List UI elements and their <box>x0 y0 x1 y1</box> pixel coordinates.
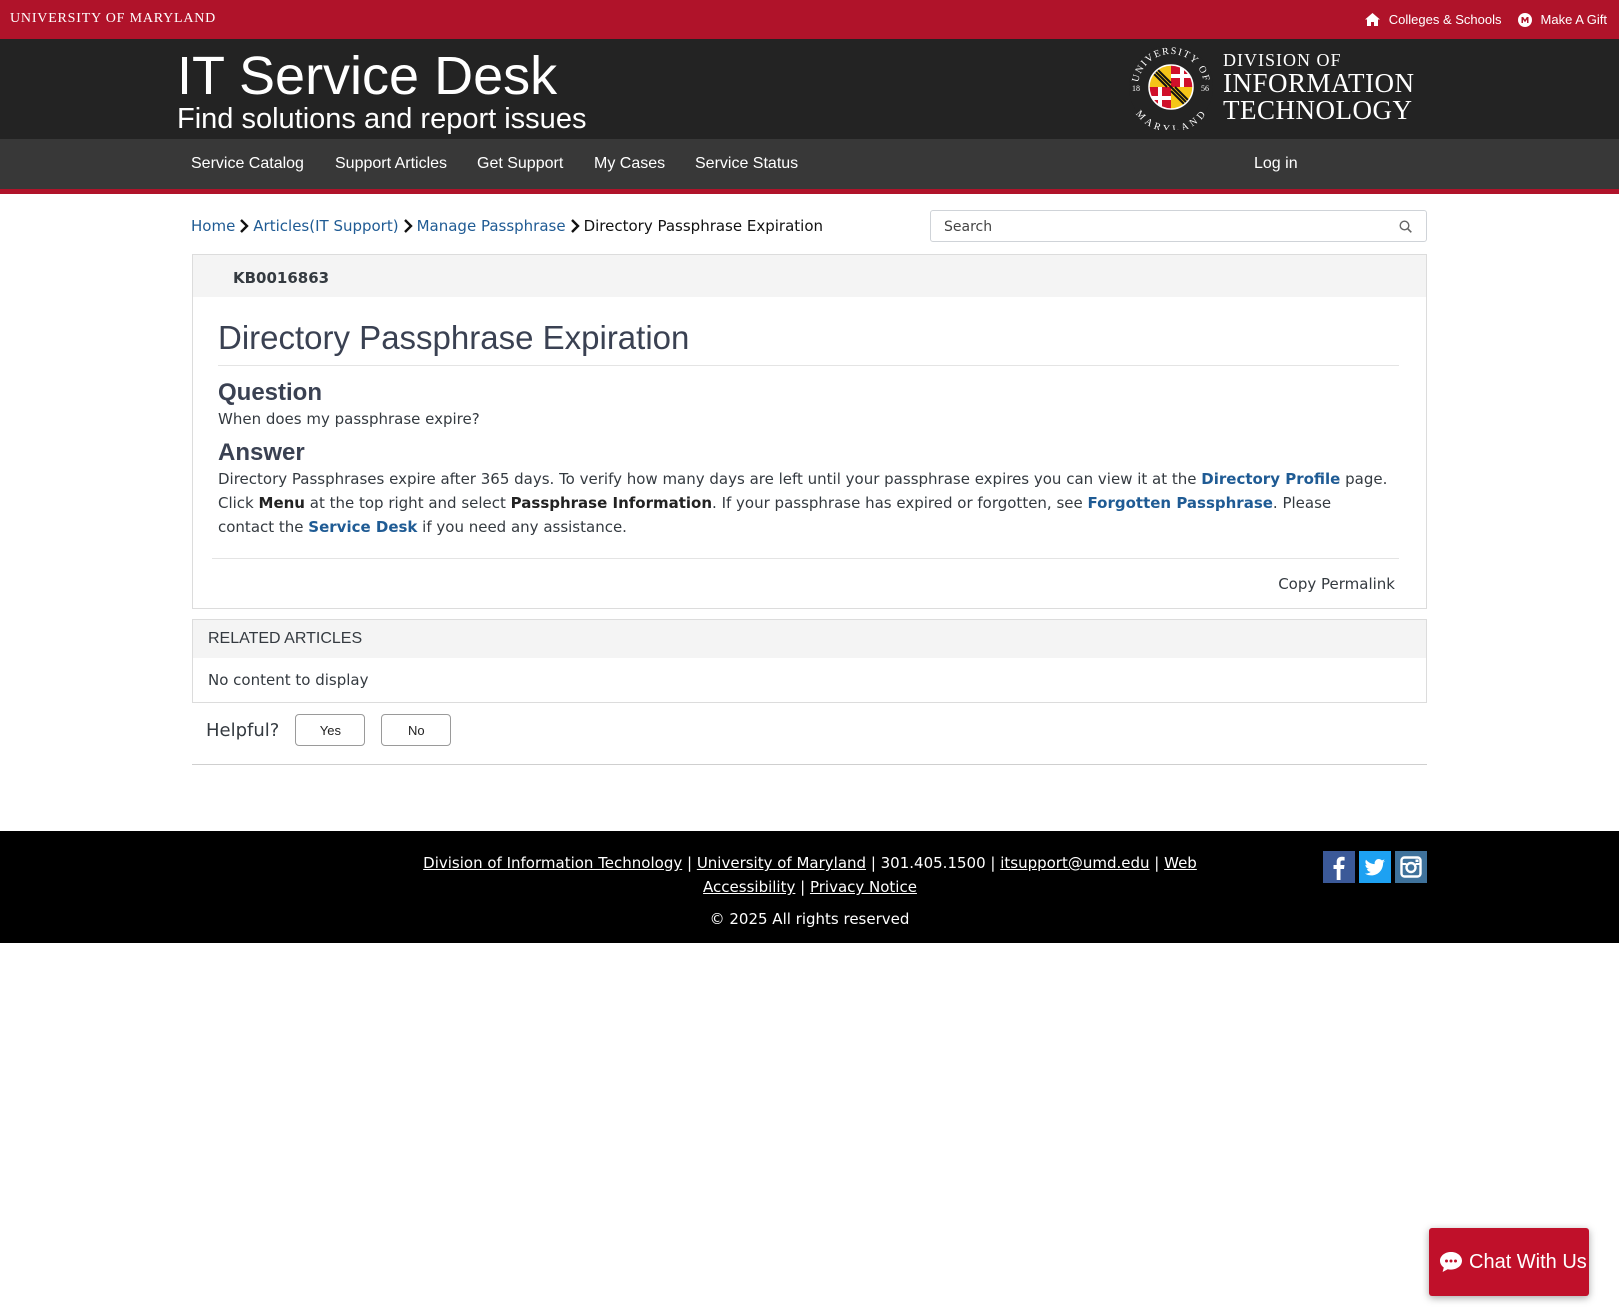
umd-wordmark[interactable]: UNIVERSITY OF MARYLAND <box>10 11 216 27</box>
dit-line3: TECHNOLOGY <box>1223 95 1413 125</box>
answer-heading: Answer <box>218 439 305 466</box>
login-link[interactable]: Log in <box>1254 139 1298 189</box>
svg-text:18: 18 <box>1132 84 1140 93</box>
kb-header <box>193 255 1426 297</box>
make-a-gift-link[interactable]: Make A Gift <box>1517 12 1607 27</box>
copy-permalink-button[interactable]: Copy Permalink <box>1278 575 1395 593</box>
site-subtitle: Find solutions and report issues <box>177 103 587 135</box>
title-divider <box>218 365 1399 366</box>
article-footer-divider <box>212 558 1399 559</box>
search-input[interactable] <box>944 217 1384 237</box>
twitter-icon[interactable] <box>1359 851 1391 883</box>
service-desk-link[interactable]: Service Desk <box>308 518 417 536</box>
chat-label: Chat With Us <box>1469 1250 1587 1273</box>
dit-wordmark[interactable]: DIVISION OF INFORMATION TECHNOLOGY <box>1223 51 1415 124</box>
home-icon <box>1364 13 1380 26</box>
menu-emphasis: Menu <box>258 494 305 512</box>
umd-top-links: Colleges & Schools Make A Gift <box>1349 0 1607 39</box>
footer-privacy-link[interactable]: Privacy Notice <box>810 878 917 896</box>
footer-umd-link[interactable]: University of Maryland <box>697 854 866 872</box>
footer-dit-link[interactable]: Division of Information Technology <box>423 854 682 872</box>
instagram-icon[interactable] <box>1395 851 1427 883</box>
breadcrumb: Home Articles(IT Support) Manage Passphr… <box>191 217 823 235</box>
chevron-right-icon <box>570 219 580 233</box>
related-empty-message: No content to display <box>208 671 369 689</box>
helpful-no-button[interactable]: No <box>381 714 452 746</box>
answer-text: Directory Passphrases expire after 365 d… <box>218 470 1388 536</box>
make-a-gift-label: Make A Gift <box>1540 12 1607 27</box>
main-nav: Service Catalog Support Articles Get Sup… <box>0 139 1619 194</box>
question-heading: Question <box>218 379 323 406</box>
article-panel: KB0016863 Directory Passphrase Expiratio… <box>192 254 1427 609</box>
helpful-divider <box>192 764 1427 765</box>
site-title[interactable]: IT Service Desk <box>177 46 557 106</box>
directory-profile-link[interactable]: Directory Profile <box>1201 470 1340 488</box>
umd-m-icon <box>1517 12 1532 27</box>
umd-seal-logo[interactable]: UNIVERSITY OF MARYLAND 18 56 <box>1128 44 1214 130</box>
dit-line1: DIVISION OF <box>1223 50 1342 70</box>
breadcrumb-home[interactable]: Home <box>191 217 235 235</box>
chat-bubble-icon <box>1440 1252 1462 1272</box>
footer-copyright: © 2025 All rights reserved <box>709 910 910 928</box>
nav-support-articles[interactable]: Support Articles <box>335 139 447 189</box>
footer-email-link[interactable]: itsupport@umd.edu <box>1000 854 1149 872</box>
breadcrumb-articles[interactable]: Articles(IT Support) <box>253 217 398 235</box>
breadcrumb-manage-passphrase[interactable]: Manage Passphrase <box>417 217 566 235</box>
passphrase-info-emphasis: Passphrase Information <box>510 494 713 512</box>
kb-number: KB0016863 <box>233 269 330 287</box>
site-footer: Division of Information Technology | Uni… <box>0 831 1619 943</box>
chevron-right-icon <box>403 219 413 233</box>
related-header <box>193 620 1426 658</box>
facebook-icon[interactable] <box>1323 851 1355 883</box>
helpful-label: Helpful? <box>206 719 280 741</box>
related-articles-panel: RELATED ARTICLES No content to display <box>192 619 1427 703</box>
colleges-schools-link[interactable]: Colleges & Schools <box>1364 12 1502 27</box>
search-icon[interactable] <box>1399 220 1412 233</box>
footer-links: Division of Information Technology | Uni… <box>423 854 1197 896</box>
forgotten-passphrase-link[interactable]: Forgotten Passphrase <box>1088 494 1273 512</box>
social-links <box>1323 851 1431 883</box>
nav-service-status[interactable]: Service Status <box>695 139 798 189</box>
nav-my-cases[interactable]: My Cases <box>594 139 665 189</box>
footer-phone: 301.405.1500 <box>880 854 986 872</box>
nav-get-support[interactable]: Get Support <box>477 139 563 189</box>
helpful-feedback: Helpful? Yes No <box>206 714 467 746</box>
chat-with-us-button[interactable]: Chat With Us <box>1429 1228 1589 1296</box>
dit-line2: INFORMATION <box>1223 68 1415 98</box>
helpful-yes-button[interactable]: Yes <box>295 714 366 746</box>
site-header: IT Service Desk Find solutions and repor… <box>0 39 1619 139</box>
umd-top-bar: UNIVERSITY OF MARYLAND Colleges & School… <box>0 0 1619 39</box>
nav-service-catalog[interactable]: Service Catalog <box>191 139 304 189</box>
svg-text:56: 56 <box>1201 84 1209 93</box>
related-title: RELATED ARTICLES <box>208 630 363 647</box>
chevron-right-icon <box>240 219 249 233</box>
colleges-schools-label: Colleges & Schools <box>1388 12 1502 27</box>
question-text: When does my passphrase expire? <box>218 410 480 428</box>
search-box <box>930 210 1427 242</box>
breadcrumb-current: Directory Passphrase Expiration <box>583 217 824 235</box>
article-title: Directory Passphrase Expiration <box>218 319 690 356</box>
